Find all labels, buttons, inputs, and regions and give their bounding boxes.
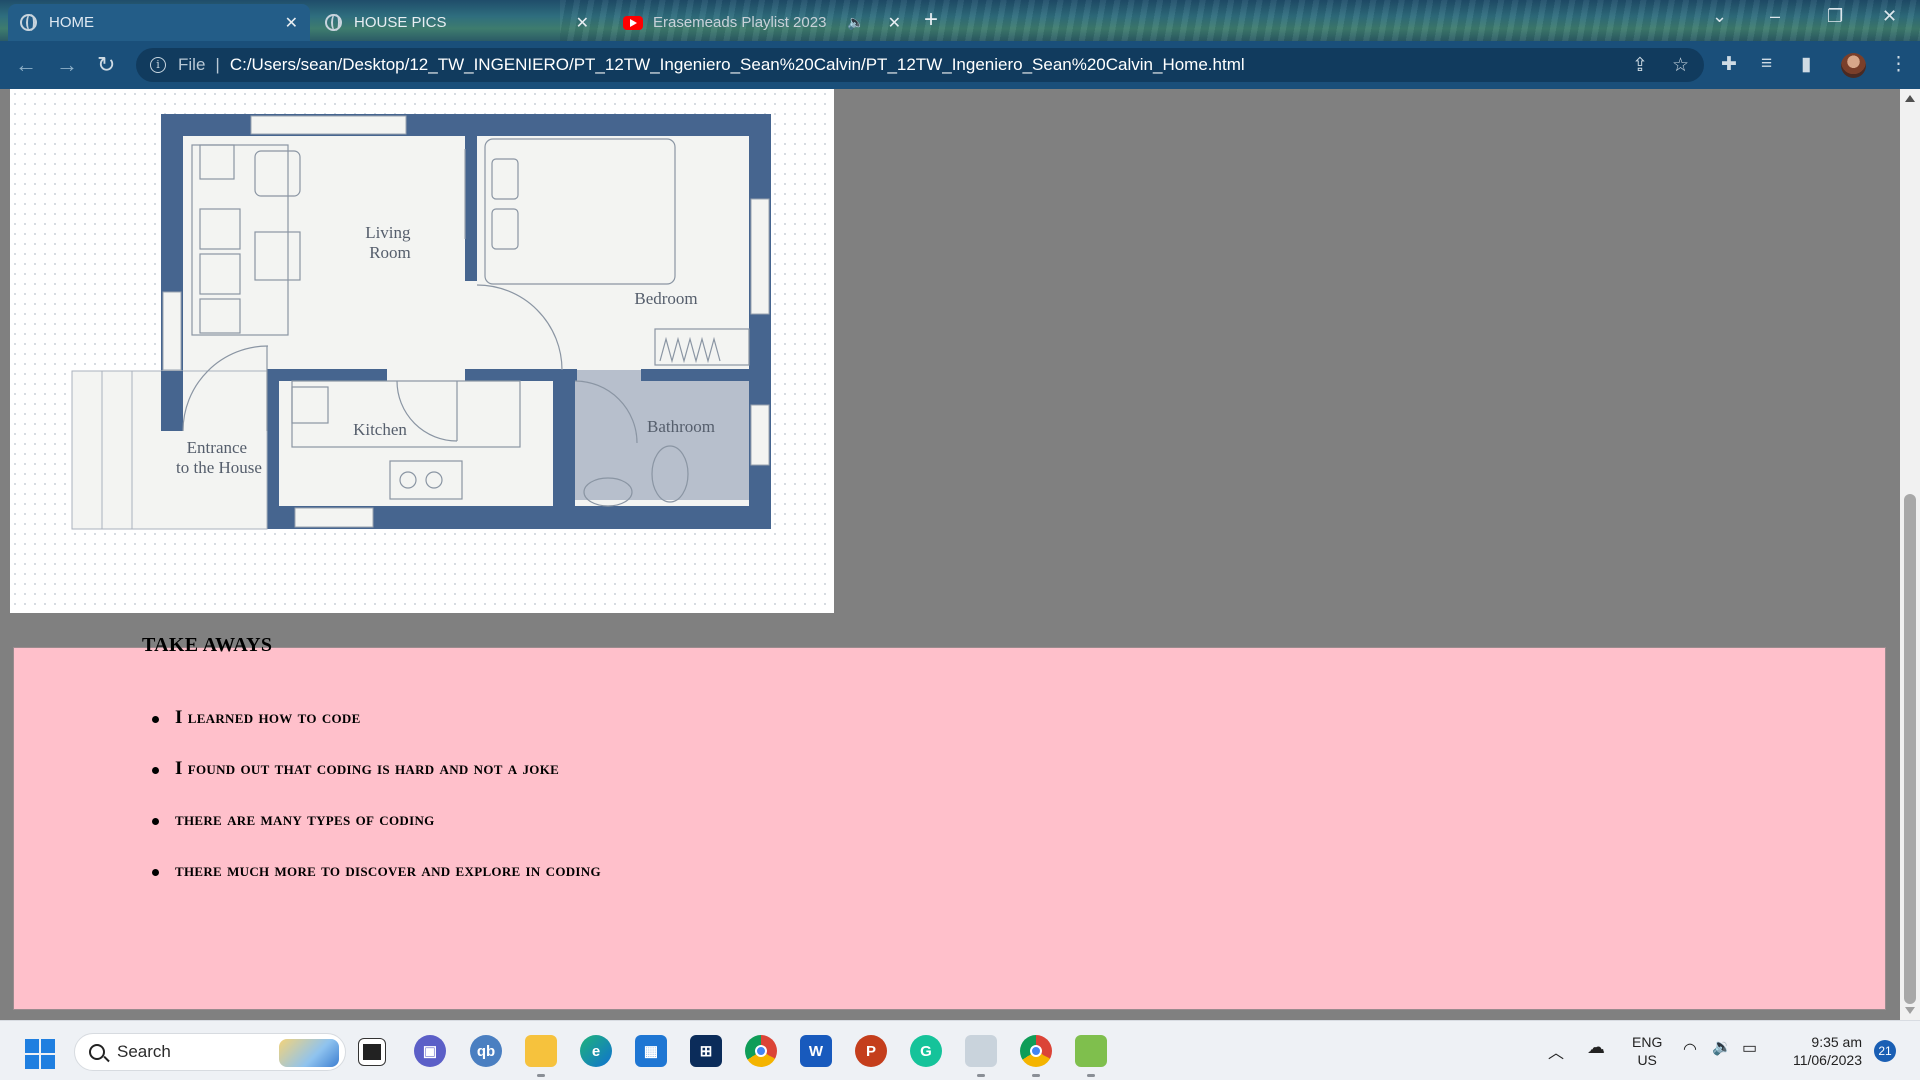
- reload-icon[interactable]: ↻: [97, 52, 115, 78]
- page-scrollbar[interactable]: [1900, 89, 1920, 1020]
- clock-date: 11/06/2023: [1792, 1052, 1862, 1068]
- forward-arrow-icon[interactable]: →: [56, 52, 78, 78]
- close-window-button[interactable]: ✕: [1882, 6, 1897, 27]
- takeaways-item: there much more to discover and explore …: [152, 860, 601, 911]
- paint-icon[interactable]: [1075, 1035, 1107, 1077]
- onedrive-cloud-icon[interactable]: ☁: [1587, 1037, 1605, 1058]
- address-bar[interactable]: i File | C:/Users/sean/Desktop/12_TW_ING…: [136, 48, 1704, 82]
- room-label-entrance-line1: Entrance: [187, 438, 247, 457]
- tab-house-pics[interactable]: HOUSE PICS ✕: [313, 4, 601, 41]
- dell-app-icon[interactable]: ⊞: [690, 1035, 722, 1067]
- back-arrow-icon[interactable]: ←: [15, 52, 37, 78]
- taskbar-search-box[interactable]: Search: [74, 1033, 346, 1071]
- tab-playlist-title: Erasemeads Playlist 2023: [653, 14, 827, 31]
- tab-search-chevron-icon[interactable]: ⌄: [1712, 6, 1727, 27]
- taskbar-search-label: Search: [117, 1042, 171, 1061]
- room-label-living: Living Room: [365, 223, 415, 262]
- takeaways-item: I found out that coding is hard and not …: [152, 758, 601, 809]
- restore-button[interactable]: ❐: [1827, 6, 1843, 27]
- word-icon[interactable]: W: [800, 1035, 832, 1067]
- windows-taskbar: Search ▣ qb e ▦ ⊞ W P G ︿ ☁ ENG US ◠ 🔉 ▭…: [0, 1020, 1920, 1080]
- audio-playing-icon[interactable]: 🔈: [847, 14, 864, 31]
- microsoft-store-icon[interactable]: ▦: [635, 1035, 667, 1067]
- search-highlight-icon: [279, 1039, 339, 1067]
- floorplan-image: Living Room Bedroom Kitchen Bathroom Ent…: [10, 89, 834, 613]
- room-label-living-line1: Living: [365, 223, 411, 242]
- profile-avatar[interactable]: [1841, 53, 1866, 78]
- tab-home-title: HOME: [49, 14, 94, 31]
- room-label-bedroom: Bedroom: [634, 289, 697, 308]
- globe-icon: [20, 14, 37, 31]
- room-label-kitchen: Kitchen: [353, 420, 407, 439]
- powerpoint-icon[interactable]: P: [855, 1035, 887, 1067]
- task-view-icon[interactable]: [358, 1038, 386, 1066]
- chrome-profile-icon[interactable]: [1020, 1035, 1052, 1077]
- browser-toolbar: ← → ↻ i File | C:/Users/sean/Desktop/12_…: [0, 41, 1920, 89]
- volume-icon[interactable]: 🔉: [1712, 1037, 1732, 1057]
- grammarly-icon[interactable]: G: [910, 1035, 942, 1067]
- page-viewport: Living Room Bedroom Kitchen Bathroom Ent…: [0, 89, 1900, 1020]
- takeaways-item: there are many types of coding: [152, 809, 601, 860]
- address-separator: |: [215, 55, 220, 74]
- takeaways-list: I learned how to code I found out that c…: [152, 707, 601, 911]
- takeaways-heading: TAKE AWAYS: [142, 634, 273, 656]
- show-hidden-icons-chevron-icon[interactable]: ︿: [1548, 1039, 1564, 1063]
- clock[interactable]: 9:35 am 11/06/2023: [1778, 1033, 1862, 1069]
- wifi-icon[interactable]: ◠: [1683, 1039, 1697, 1059]
- new-tab-button[interactable]: +: [924, 6, 938, 34]
- notepad-icon[interactable]: [965, 1035, 997, 1077]
- globe-icon: [325, 14, 342, 31]
- side-panel-icon[interactable]: ▮: [1801, 53, 1811, 76]
- extensions-puzzle-icon[interactable]: ✚: [1721, 53, 1737, 76]
- edge-icon[interactable]: e: [580, 1035, 612, 1067]
- clock-time: 9:35 am: [1811, 1034, 1862, 1050]
- close-tab-icon[interactable]: ✕: [888, 13, 901, 33]
- close-tab-icon[interactable]: ✕: [285, 13, 298, 33]
- room-label-entrance: Entrance to the House: [176, 438, 262, 477]
- bookmark-star-icon[interactable]: ☆: [1672, 54, 1689, 77]
- floorplan-drawing: Living Room Bedroom Kitchen Bathroom Ent…: [71, 114, 771, 530]
- qb-icon[interactable]: qb: [470, 1035, 502, 1067]
- scrollbar-thumb[interactable]: [1904, 494, 1916, 1004]
- close-tab-icon[interactable]: ✕: [576, 13, 589, 33]
- battery-icon[interactable]: ▭: [1742, 1038, 1757, 1058]
- info-icon[interactable]: i: [150, 57, 166, 73]
- windows-start-icon[interactable]: [25, 1039, 55, 1069]
- scroll-up-arrow-icon[interactable]: [1905, 95, 1915, 102]
- takeaways-item: I learned how to code: [152, 707, 601, 758]
- file-explorer-icon[interactable]: [525, 1035, 557, 1077]
- language-region: US: [1637, 1052, 1657, 1068]
- youtube-icon: [623, 15, 643, 30]
- search-icon: [89, 1044, 105, 1060]
- scroll-down-arrow-icon[interactable]: [1905, 1007, 1915, 1014]
- teams-chat-icon[interactable]: ▣: [414, 1035, 446, 1067]
- room-label-bathroom: Bathroom: [647, 417, 715, 436]
- share-icon[interactable]: ⇪: [1632, 54, 1648, 77]
- tab-house-pics-title: HOUSE PICS: [354, 14, 447, 31]
- address-scheme-label: File: [178, 55, 206, 74]
- notification-badge[interactable]: 21: [1874, 1040, 1896, 1062]
- minimize-button[interactable]: –: [1770, 6, 1780, 27]
- tab-home[interactable]: HOME ✕: [8, 4, 310, 41]
- language-code: ENG: [1632, 1034, 1663, 1050]
- room-label-living-line2: Room: [369, 243, 411, 262]
- language-indicator[interactable]: ENG US: [1632, 1033, 1662, 1069]
- chrome-icon[interactable]: [745, 1035, 777, 1067]
- address-url[interactable]: C:/Users/sean/Desktop/12_TW_INGENIERO/PT…: [230, 55, 1245, 75]
- room-label-entrance-line2: to the House: [176, 458, 262, 477]
- media-playlist-icon[interactable]: ≡: [1761, 53, 1772, 75]
- menu-kebab-icon[interactable]: ⋮: [1889, 53, 1908, 76]
- tab-playlist[interactable]: Erasemeads Playlist 2023 🔈 ✕: [611, 4, 913, 41]
